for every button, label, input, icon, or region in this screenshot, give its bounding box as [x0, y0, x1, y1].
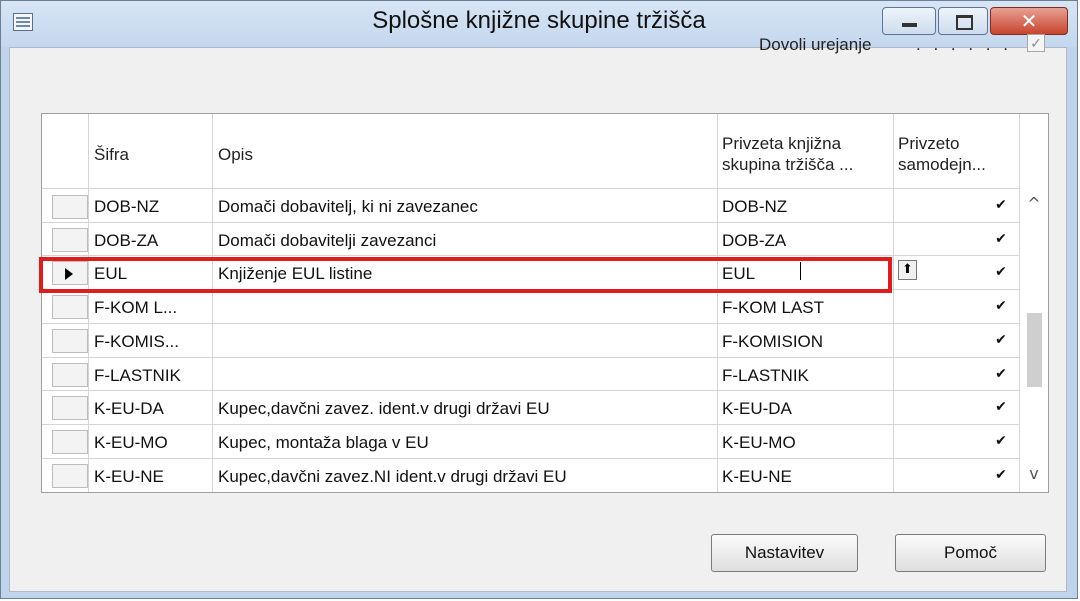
- row-code[interactable]: K-EU-NE: [94, 467, 208, 487]
- column-header-code[interactable]: Šifra: [94, 144, 129, 165]
- minimize-icon: [902, 23, 917, 27]
- vertical-scrollbar[interactable]: ^ v: [1020, 188, 1048, 492]
- check-icon[interactable]: ✔: [993, 197, 1009, 213]
- row-description[interactable]: Kupec, montaža blaga v EU: [218, 433, 712, 453]
- row-description[interactable]: Kupec,davčni zavez.NI ident.v drugi drža…: [218, 467, 712, 487]
- check-icon[interactable]: ✔: [993, 366, 1009, 382]
- row-selector[interactable]: [52, 228, 88, 252]
- row-selector[interactable]: [52, 363, 88, 387]
- row-description[interactable]: Domači dobavitelj, ki ni zavezanec: [218, 197, 712, 217]
- row-default-group[interactable]: F-KOM LAST: [722, 298, 888, 318]
- row-selector[interactable]: [52, 430, 88, 454]
- row-selector[interactable]: [52, 195, 88, 219]
- allow-edit-checkbox[interactable]: ✓: [1027, 34, 1045, 52]
- allow-edit-label: Dovoli urejanje: [759, 35, 872, 54]
- row-code[interactable]: DOB-ZA: [94, 231, 208, 251]
- column-header-description[interactable]: Opis: [218, 144, 253, 165]
- row-default-group[interactable]: K-EU-NE: [722, 467, 888, 487]
- setup-button[interactable]: Nastavitev: [711, 534, 858, 572]
- check-icon[interactable]: ✔: [993, 264, 1009, 280]
- row-code[interactable]: F-KOM L...: [94, 298, 208, 318]
- allow-edit-dots: . . . . . .: [916, 35, 1012, 54]
- maximize-button[interactable]: [938, 7, 988, 35]
- dialog-window: Splošne knjižne skupine tržišča ✕ Dovoli…: [0, 0, 1078, 599]
- check-icon[interactable]: ✔: [993, 467, 1009, 483]
- check-icon[interactable]: ✔: [993, 332, 1009, 348]
- row-default-group[interactable]: DOB-NZ: [722, 197, 888, 217]
- check-icon[interactable]: ✔: [993, 298, 1009, 314]
- row-selector[interactable]: [52, 396, 88, 420]
- minimize-button[interactable]: [882, 7, 936, 35]
- row-description[interactable]: Kupec,davčni zavez. ident.v drugi državi…: [218, 399, 712, 419]
- selected-row-highlight: [39, 257, 892, 293]
- row-code[interactable]: F-KOMIS...: [94, 332, 208, 352]
- row-default-group[interactable]: F-LASTNIK: [722, 366, 888, 386]
- row-default-group[interactable]: F-KOMISION: [722, 332, 888, 352]
- row-description[interactable]: Domači dobavitelji zavezanci: [218, 231, 712, 251]
- check-icon[interactable]: ✔: [993, 433, 1009, 449]
- column-header-auto-line2[interactable]: samodejn...: [898, 154, 986, 175]
- column-header-default-group-line1[interactable]: Privzeta knjižna: [722, 133, 841, 154]
- row-code[interactable]: K-EU-MO: [94, 433, 208, 453]
- scroll-down-icon[interactable]: v: [1020, 464, 1048, 483]
- row-selector[interactable]: [52, 295, 88, 319]
- help-button[interactable]: Pomoč: [895, 534, 1046, 572]
- scroll-thumb[interactable]: [1027, 313, 1042, 387]
- maximize-icon: [956, 15, 973, 30]
- close-button[interactable]: ✕: [990, 7, 1068, 35]
- row-selector[interactable]: [52, 329, 88, 353]
- check-icon[interactable]: ✔: [993, 231, 1009, 247]
- row-selector[interactable]: [52, 464, 88, 488]
- row-default-group[interactable]: K-EU-MO: [722, 433, 888, 453]
- check-icon[interactable]: ✔: [993, 399, 1009, 415]
- lookup-arrow-icon[interactable]: ⬆: [898, 260, 917, 280]
- table[interactable]: Šifra Opis Privzeta knjižna skupina trži…: [41, 113, 1049, 493]
- row-default-group[interactable]: K-EU-DA: [722, 399, 888, 419]
- row-code[interactable]: DOB-NZ: [94, 197, 208, 217]
- row-code[interactable]: F-LASTNIK: [94, 366, 208, 386]
- column-header-default-group-line2[interactable]: skupina tržišča ...: [722, 154, 853, 175]
- close-icon: ✕: [1020, 9, 1038, 33]
- scroll-up-icon[interactable]: ^: [1020, 194, 1048, 213]
- row-code[interactable]: K-EU-DA: [94, 399, 208, 419]
- row-default-group[interactable]: DOB-ZA: [722, 231, 888, 251]
- column-header-auto-line1[interactable]: Privzeto: [898, 133, 959, 154]
